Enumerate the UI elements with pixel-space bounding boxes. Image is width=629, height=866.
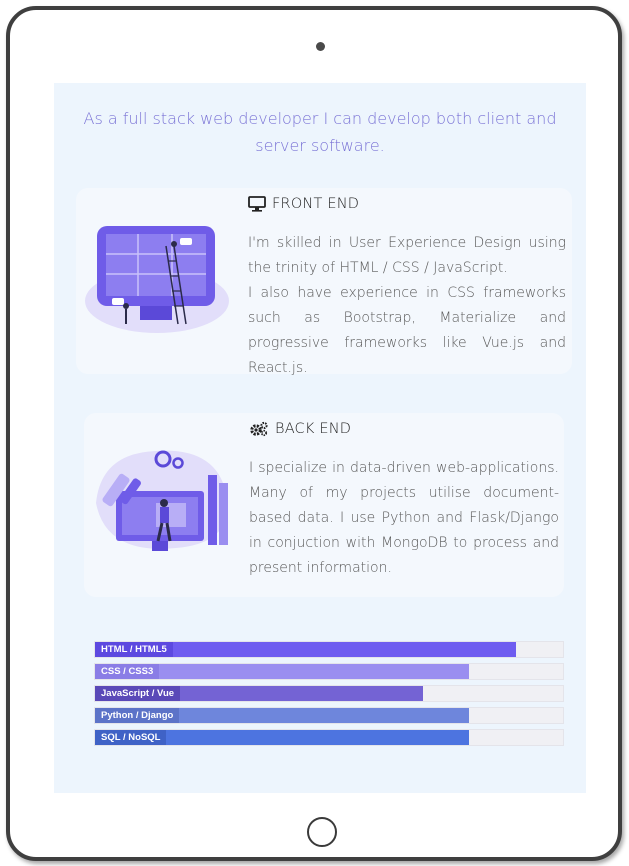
skill-label: SQL / NoSQL xyxy=(95,730,167,745)
skill-bars: HTML / HTML5 CSS / CSS3 JavaScript / Vue… xyxy=(94,641,564,751)
back-end-title: BACK END xyxy=(249,421,351,437)
back-end-description: I specialize in data-driven web-applicat… xyxy=(249,456,559,581)
skill-label: CSS / CSS3 xyxy=(95,664,160,679)
back-end-illustration xyxy=(86,433,241,567)
back-end-paragraph: I specialize in data-driven web-applicat… xyxy=(249,460,559,576)
front-end-paragraph: I also have experience in CSS frameworks… xyxy=(248,285,566,376)
skill-bar-sql: SQL / NoSQL xyxy=(94,729,564,746)
gears-icon xyxy=(249,421,269,437)
back-end-card: BACK END I specialize in data-driven web… xyxy=(84,413,564,597)
front-end-title: FRONT END xyxy=(248,196,359,212)
front-end-paragraph: I'm skilled in User Experience Design us… xyxy=(248,235,566,276)
camera-dot xyxy=(316,42,325,51)
skill-bar-css: CSS / CSS3 xyxy=(94,663,564,680)
skill-bar-javascript: JavaScript / Vue xyxy=(94,685,564,702)
front-end-illustration xyxy=(82,206,232,340)
skill-label: JavaScript / Vue xyxy=(95,686,181,701)
monitor-icon xyxy=(248,196,266,212)
tablet-frame: As a full stack web developer I can deve… xyxy=(6,6,622,861)
front-end-title-label: FRONT END xyxy=(272,196,360,212)
home-button[interactable] xyxy=(307,817,337,847)
front-end-card: FRONT END I'm skilled in User Experience… xyxy=(76,188,572,376)
skill-label: HTML / HTML5 xyxy=(95,642,173,657)
back-end-title-label: BACK END xyxy=(275,421,352,437)
screen: As a full stack web developer I can deve… xyxy=(54,83,586,793)
front-end-description: I'm skilled in User Experience Design us… xyxy=(248,231,566,381)
skill-bar-python: Python / Django xyxy=(94,707,564,724)
skill-bar-html: HTML / HTML5 xyxy=(94,641,564,658)
intro-text: As a full stack web developer I can deve… xyxy=(83,109,557,155)
skill-label: Python / Django xyxy=(95,708,180,723)
